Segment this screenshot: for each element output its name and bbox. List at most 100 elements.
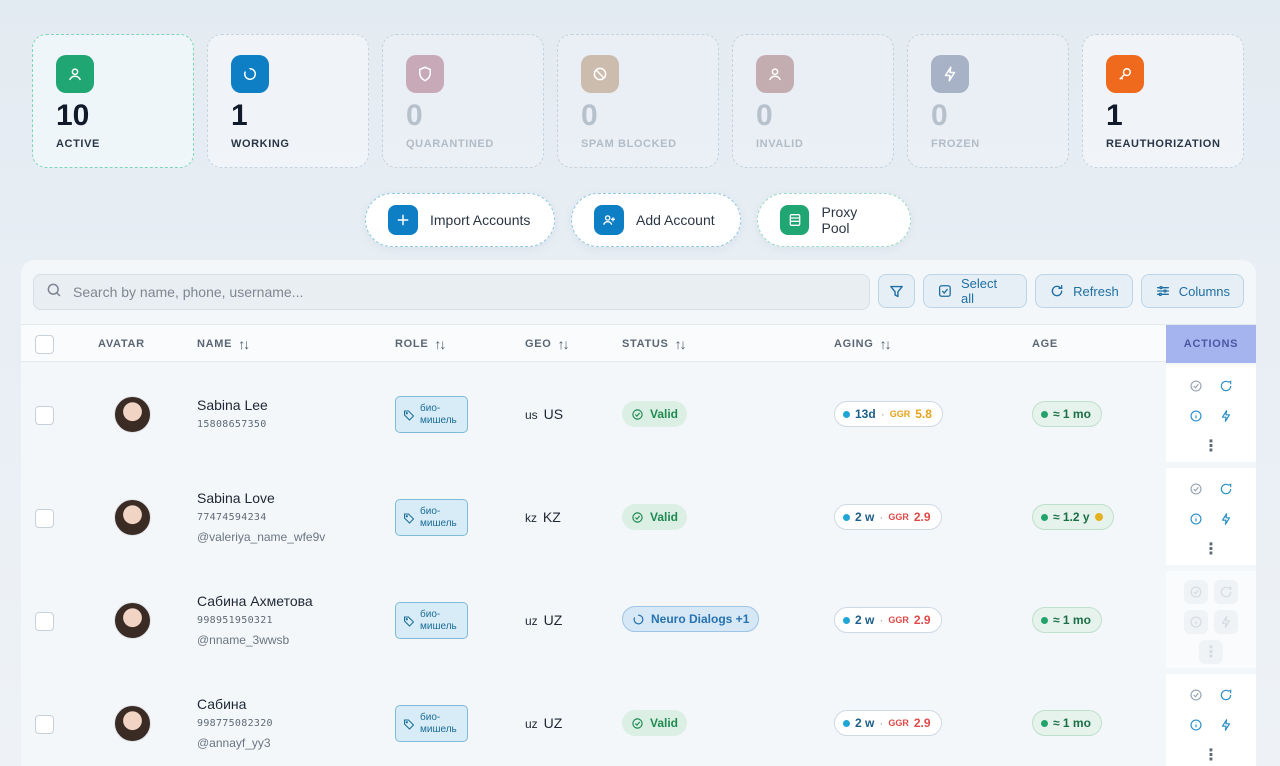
sort-icon[interactable]: ↑↓ [238,336,250,352]
tag-icon [404,616,415,627]
tag-icon [404,719,415,730]
column-aging[interactable]: AGING ↑↓ [834,325,892,363]
aging-badge: 13d · GGR 5.8 [834,401,943,427]
aging-badge: 2 w · GGR 2.9 [834,607,942,633]
stat-card-working[interactable]: 1 WORKING [207,34,369,168]
plus-icon [388,205,418,235]
account-name: Sabina Love [197,490,275,506]
account-phone: 15808657350 [197,419,267,430]
stat-card-active[interactable]: 10 ACTIVE [32,34,194,168]
aging-value: 2 w [855,510,875,524]
age-badge: ≈ 1 mo [1032,710,1102,736]
age-badge: ≈ 1 mo [1032,607,1102,633]
row-checkbox[interactable] [35,612,54,631]
select-all-checkbox[interactable] [35,334,54,354]
select-all-button[interactable]: Select all [923,274,1028,308]
boost-button[interactable] [1214,507,1238,531]
boost-button [1214,610,1238,634]
status-label: Valid [650,510,679,524]
column-geo[interactable]: GEO ↑↓ [525,325,570,363]
user-plus-icon [594,205,624,235]
import-accounts-button[interactable]: Import Accounts [365,193,555,247]
verify-button[interactable] [1184,683,1208,707]
role-label: био-мишель [420,402,457,426]
more-options-icon[interactable]: ⋮ [1199,434,1223,458]
stat-value: 0 [931,99,948,132]
status-badge: Valid [622,710,688,736]
boost-button[interactable] [1214,713,1238,737]
chat-button[interactable] [1214,477,1238,501]
stat-card-invalid[interactable]: 0 INVALID [732,34,894,168]
ggr-label: GGR [888,512,909,522]
column-role[interactable]: ROLE ↑↓ [395,325,446,363]
role-badge[interactable]: био-мишель [395,602,468,639]
status-badge[interactable]: Neuro Dialogs +1 [622,606,760,632]
search-box [33,274,870,310]
chat-button[interactable] [1214,683,1238,707]
sort-icon[interactable]: ↑↓ [558,336,570,352]
more-options-icon[interactable]: ⋮ [1199,537,1223,561]
stat-label: REAUTHORIZATION [1106,138,1221,150]
status-badge: Valid [622,401,688,427]
check-circle-icon [632,717,643,729]
stat-value: 0 [756,99,773,132]
table-row[interactable]: Сабина Ахметова 998951950321 @nname_3wws… [21,568,1256,671]
verify-button[interactable] [1184,374,1208,398]
role-badge[interactable]: био-мишель [395,705,468,742]
primary-actions: Import Accounts Add Account Proxy Pool [365,193,911,247]
info-button[interactable] [1184,507,1208,531]
stat-card-reauthorization[interactable]: 1 REAUTHORIZATION [1082,34,1244,168]
boost-button[interactable] [1214,404,1238,428]
columns-button[interactable]: Columns [1140,274,1244,308]
account-name: Сабина [197,696,247,712]
role-badge[interactable]: био-мишель [395,396,468,433]
add-account-button[interactable]: Add Account [571,193,741,247]
column-status[interactable]: STATUS ↑↓ [622,325,687,363]
info-button[interactable] [1184,404,1208,428]
account-name: Sabina Lee [197,397,268,413]
check-circle-icon [1190,380,1202,392]
filter-button[interactable] [877,274,916,308]
row-checkbox[interactable] [35,509,54,528]
row-checkbox[interactable] [35,406,54,425]
table-row[interactable]: Sabina Lee 15808657350 био-мишель us US … [21,362,1256,465]
sort-icon[interactable]: ↑↓ [880,336,892,352]
stats-bar: 10 ACTIVE 1 WORKING 0 QUARANTINED 0 SPAM… [32,34,1244,168]
filter-icon [890,285,903,297]
account-phone: 998775082320 [197,718,273,729]
check-circle-icon [632,511,643,523]
avatar [114,396,151,433]
more-options-icon[interactable]: ⋮ [1199,743,1223,766]
verify-button[interactable] [1184,477,1208,501]
ggr-label: GGR [889,409,911,419]
loader-icon [633,614,644,624]
row-checkbox[interactable] [35,715,54,734]
info-icon [1190,513,1202,525]
separator: · [880,407,885,421]
role-badge[interactable]: био-мишель [395,499,468,536]
aging-value: 2 w [855,613,875,627]
info-icon [1190,719,1202,731]
key-icon [1106,55,1144,93]
table-row[interactable]: Сабина 998775082320 @annayf_yy3 био-мише… [21,671,1256,766]
column-status-label: STATUS [622,338,669,350]
chat-button[interactable] [1214,374,1238,398]
sort-icon[interactable]: ↑↓ [675,336,687,352]
import-accounts-label: Import Accounts [430,212,531,228]
message-icon [1220,586,1232,598]
table-row[interactable]: Sabina Love 77474594234 @valeriya_name_w… [21,465,1256,568]
avatar [114,705,151,742]
search-input[interactable] [73,284,853,300]
column-name[interactable]: NAME ↑↓ [197,325,250,363]
sort-icon[interactable]: ↑↓ [434,336,446,352]
stat-card-quarantined[interactable]: 0 QUARANTINED [382,34,544,168]
stat-card-spam-blocked[interactable]: 0 SPAM BLOCKED [557,34,719,168]
stat-card-frozen[interactable]: 0 FROZEN [907,34,1069,168]
columns-label: Columns [1178,283,1230,299]
proxy-pool-button[interactable]: Proxy Pool [757,193,911,247]
refresh-button[interactable]: Refresh [1035,274,1133,308]
info-button[interactable] [1184,713,1208,737]
stat-value: 10 [56,99,90,132]
ggr-value: 2.9 [913,716,931,730]
geo-cell: kz KZ [525,509,561,525]
